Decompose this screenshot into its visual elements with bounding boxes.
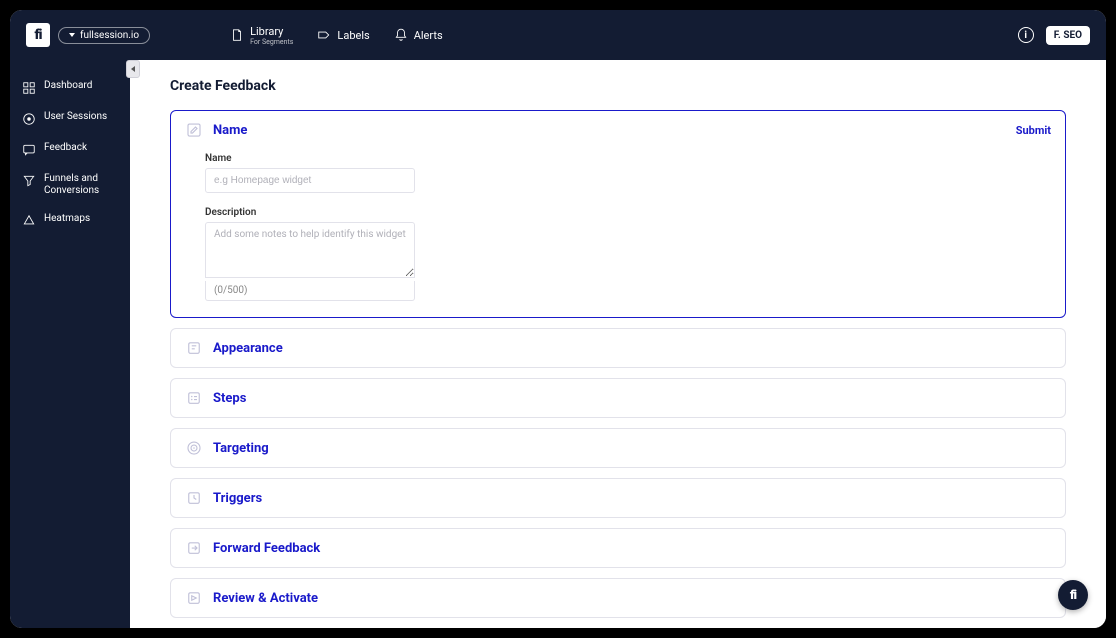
sidebar: Dashboard User Sessions Feedback Funnels… [10,60,130,628]
review-icon [185,589,203,607]
panel-review-activate-title: Review & Activate [213,591,1051,606]
panel-forward-feedback-header[interactable]: Forward Feedback [171,529,1065,567]
appearance-icon [185,339,203,357]
panel-name-body: Name Description (0/500) [171,149,1065,317]
panel-targeting-header[interactable]: Targeting [171,429,1065,467]
trigger-icon [185,489,203,507]
panel-steps-title: Steps [213,391,1051,406]
name-input[interactable] [205,168,415,193]
panel-appearance: Appearance [170,328,1066,368]
panel-name-header[interactable]: Name Submit [171,111,1065,149]
panel-triggers: Triggers [170,478,1066,518]
library-icon [230,28,244,42]
feedback-icon [22,143,36,157]
floating-help-badge[interactable]: fi [1058,580,1088,610]
panel-appearance-title: Appearance [213,341,1051,356]
chevron-down-icon [69,33,75,37]
forward-icon [185,539,203,557]
panel-targeting: Targeting [170,428,1066,468]
nav-alerts-label: Alerts [414,29,443,42]
panel-review-activate: Review & Activate [170,578,1066,618]
heatmap-icon [22,214,36,228]
nav-library-label: Library [250,25,283,38]
panel-steps: Steps [170,378,1066,418]
sidebar-item-heatmaps[interactable]: Heatmaps [10,205,130,236]
sidebar-item-feedback[interactable]: Feedback [10,134,130,165]
sidebar-item-label: User Sessions [44,111,107,123]
bell-icon [394,28,408,42]
sidebar-item-user-sessions[interactable]: User Sessions [10,103,130,134]
sessions-icon [22,112,36,126]
panel-review-activate-header[interactable]: Review & Activate [171,579,1065,617]
body: Dashboard User Sessions Feedback Funnels… [10,60,1106,628]
page-title: Create Feedback [170,78,1066,94]
description-field-label: Description [205,207,1031,218]
nav-library-sub: For Segments [250,38,293,46]
funnel-icon [22,174,36,188]
nav-labels-label: Labels [337,29,369,42]
dashboard-icon [22,81,36,95]
info-icon[interactable]: i [1018,27,1034,43]
sidebar-item-label: Feedback [44,142,87,154]
panel-forward-feedback-title: Forward Feedback [213,541,1051,556]
panel-name: Name Submit Name Description (0/500) [170,110,1066,318]
description-textarea[interactable] [205,222,415,278]
target-icon [185,439,203,457]
sidebar-item-dashboard[interactable]: Dashboard [10,72,130,103]
submit-button[interactable]: Submit [1016,124,1051,137]
label-icon [317,28,331,42]
sidebar-item-label: Heatmaps [44,213,90,225]
nav-library[interactable]: Library For Segments [230,25,293,46]
panel-triggers-header[interactable]: Triggers [171,479,1065,517]
sidebar-item-label: Dashboard [44,80,92,92]
sidebar-item-funnels[interactable]: Funnels and Conversions [10,165,130,205]
site-selector[interactable]: fullsession.io [58,27,150,44]
edit-icon [185,121,203,139]
nav-alerts[interactable]: Alerts [394,25,443,46]
name-field-label: Name [205,153,1031,164]
user-chip[interactable]: F. SEO [1046,26,1090,45]
top-nav: Library For Segments Labels Alerts [230,25,443,46]
panel-name-title: Name [213,123,1006,138]
description-char-count: (0/500) [205,281,415,301]
steps-icon [185,389,203,407]
sidebar-collapse-handle[interactable] [126,60,140,78]
panel-triggers-title: Triggers [213,491,1051,506]
nav-labels[interactable]: Labels [317,25,369,46]
panel-appearance-header[interactable]: Appearance [171,329,1065,367]
app-window: fi fullsession.io Library For Segments L… [10,10,1106,628]
logo-mark-icon: fi [26,23,50,47]
panel-forward-feedback: Forward Feedback [170,528,1066,568]
main-content: Create Feedback Name Submit Name Descrip… [130,60,1106,628]
panel-targeting-title: Targeting [213,441,1051,456]
panel-steps-header[interactable]: Steps [171,379,1065,417]
sidebar-item-label: Funnels and Conversions [44,173,118,197]
site-selector-label: fullsession.io [80,30,139,41]
topbar: fi fullsession.io Library For Segments L… [10,10,1106,60]
logo: fi [26,23,50,47]
